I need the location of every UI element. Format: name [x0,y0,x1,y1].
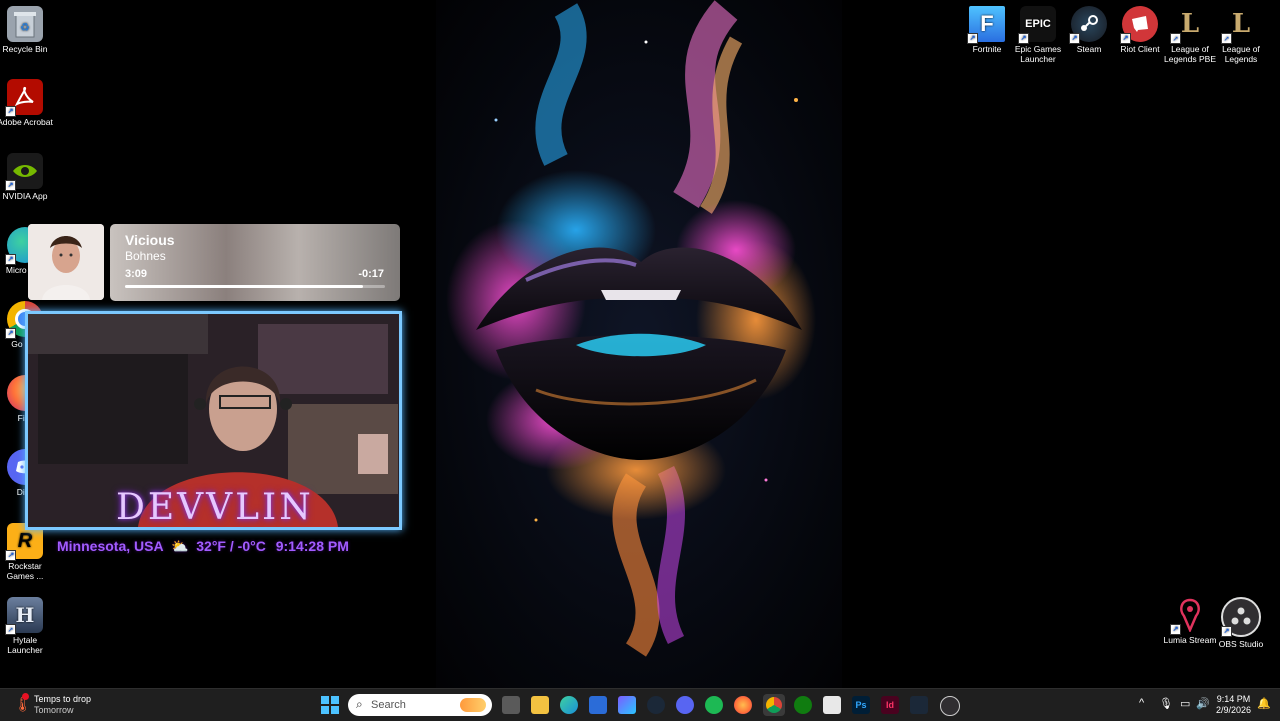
search-placeholder: Search [371,699,406,711]
volume-icon[interactable]: 🔊 [1196,697,1210,710]
desktop-icon-obs-studio[interactable]: ↗ OBS Studio [1211,597,1271,649]
streamer-name-overlay: DEVVLIN [116,487,314,528]
snipping-tool-icon[interactable] [823,696,841,714]
desktop-icon-adobe-acrobat[interactable]: ↗ Adobe Acrobat [0,79,55,127]
notification-bell-icon[interactable]: 🔔 [1257,697,1271,710]
start-button[interactable] [321,696,339,714]
track-artist: Bohnes [125,249,166,263]
time-remaining: -0:17 [358,268,384,280]
taskbar-chrome-active[interactable] [763,694,785,716]
taskbar-obs-icon[interactable] [940,696,960,716]
location-text: Minnesota, USA [57,538,164,554]
desktop-icon-label: Hytale Launcher [7,635,43,655]
shortcut-arrow-icon: ↗ [1018,33,1029,44]
overlay-time-text: 9:14:28 PM [275,538,349,554]
weather-widget[interactable]: 🌡 Temps to drop Tomorrow [10,693,110,717]
nvidia-icon: ↗ [5,153,43,191]
shortcut-arrow-icon: ↗ [1221,626,1232,637]
progress-fill [125,285,364,288]
desktop-icon-label: Recycle Bin [2,44,48,54]
epic-games-icon: EPIC ↗ [1018,6,1056,44]
now-playing-widget[interactable]: Vicious Bohnes 3:09 -0:17 [28,224,400,301]
lips-artwork [446,0,816,657]
desktop-icon-label: League of Legends [1222,44,1260,64]
taskbar: 🌡 Temps to drop Tomorrow ⌕ Search Ps Id … [0,688,1280,721]
riot-client-icon: ↗ [1120,6,1158,44]
clock-date: 2/9/2026 [1216,705,1252,715]
media-info-panel: Vicious Bohnes 3:09 -0:17 [110,224,400,301]
shortcut-arrow-icon: ↗ [1120,33,1131,44]
weather-widget-title: Temps to drop [34,694,92,704]
clock-time: 9:14 PM [1216,694,1251,704]
league-icon: L ↗ [1221,6,1259,44]
recycle-bin-icon: ♻ [7,6,43,42]
acrobat-icon: ↗ [5,79,43,117]
search-icon: ⌕ [356,697,363,711]
fortnite-icon: F ↗ [967,6,1005,44]
shortcut-arrow-icon: ↗ [1069,33,1080,44]
copilot-icon[interactable] [618,696,636,714]
task-view-icon[interactable] [502,696,520,714]
search-highlight-icon [460,698,486,712]
album-art [28,224,104,300]
taskbar-steam-icon[interactable] [647,696,665,714]
weather-clock-overlay: Minnesota, USA ⛅ 32°F / -0°C 9:14:28 PM [57,538,349,555]
taskbar-firefox-icon[interactable] [734,696,752,714]
desktop-icon-league[interactable]: L ↗ League of Legends [1211,6,1271,64]
taskbar-edge-icon[interactable] [560,696,578,714]
show-hidden-icons-chevron[interactable]: ^ [1139,697,1144,709]
shortcut-arrow-icon: ↗ [1170,624,1181,635]
windows-logo-icon [321,696,339,714]
shortcut-arrow-icon: ↗ [5,254,16,265]
taskbar-search-box[interactable]: ⌕ Search [348,694,492,716]
shortcut-arrow-icon: ↗ [5,624,16,635]
taskbar-chrome-icon [766,697,782,713]
microsoft-store-icon[interactable] [589,696,607,714]
shortcut-arrow-icon: ↗ [5,550,16,561]
desktop-icon-label: Rockstar Games ... [6,561,44,581]
obs-icon: ↗ [1221,597,1261,637]
network-icon[interactable]: ▭ [1180,697,1190,710]
desktop-icon-label: Adobe Acrobat [0,117,53,127]
desktop-icon-rockstar[interactable]: R ↗ Rockstar Games ... [0,523,55,581]
shortcut-arrow-icon: ↗ [967,33,978,44]
track-title: Vicious [125,232,175,248]
file-explorer-icon[interactable] [531,696,549,714]
shortcut-arrow-icon: ↗ [1221,33,1232,44]
lumia-stream-icon: ↗ [1170,597,1208,635]
svg-text:♻: ♻ [20,21,30,34]
desktop-icon-label: OBS Studio [1218,639,1264,649]
taskbar-clock[interactable]: 9:14 PM 2/9/2026 [1216,694,1251,716]
cloudy-icon: ⛅ [170,538,189,554]
photoshop-icon[interactable]: Ps [852,696,870,714]
progress-bar[interactable] [125,285,385,288]
steam-icon: ↗ [1069,6,1107,44]
indesign-icon[interactable]: Id [881,696,899,714]
temperature-text: 32°F / -0°C [196,538,266,554]
spotify-icon[interactable] [705,696,723,714]
xbox-icon[interactable] [794,696,812,714]
desktop-icon-label: NVIDIA App [2,191,48,201]
hytale-icon: H ↗ [5,597,43,635]
time-elapsed: 3:09 [125,268,148,280]
desktop-icon-nvidia-app[interactable]: ↗ NVIDIA App [0,153,55,201]
taskbar-discord-icon[interactable] [676,696,694,714]
microphone-icon[interactable]: 🎙 [1159,697,1173,710]
weather-alert-badge [22,693,29,700]
league-pbe-icon: L ↗ [1170,6,1208,44]
weather-widget-subtitle: Tomorrow [34,705,74,715]
desktop-icon-hytale[interactable]: H ↗ Hytale Launcher [0,597,55,655]
taskbar-steam-alt-icon[interactable] [910,696,928,714]
shortcut-arrow-icon: ↗ [1170,33,1181,44]
shortcut-arrow-icon: ↗ [5,328,16,339]
desktop-wallpaper [436,0,842,688]
desktop-icon-recycle-bin[interactable]: ♻ Recycle Bin [0,6,55,54]
shortcut-arrow-icon: ↗ [5,106,16,117]
shortcut-arrow-icon: ↗ [5,180,16,191]
